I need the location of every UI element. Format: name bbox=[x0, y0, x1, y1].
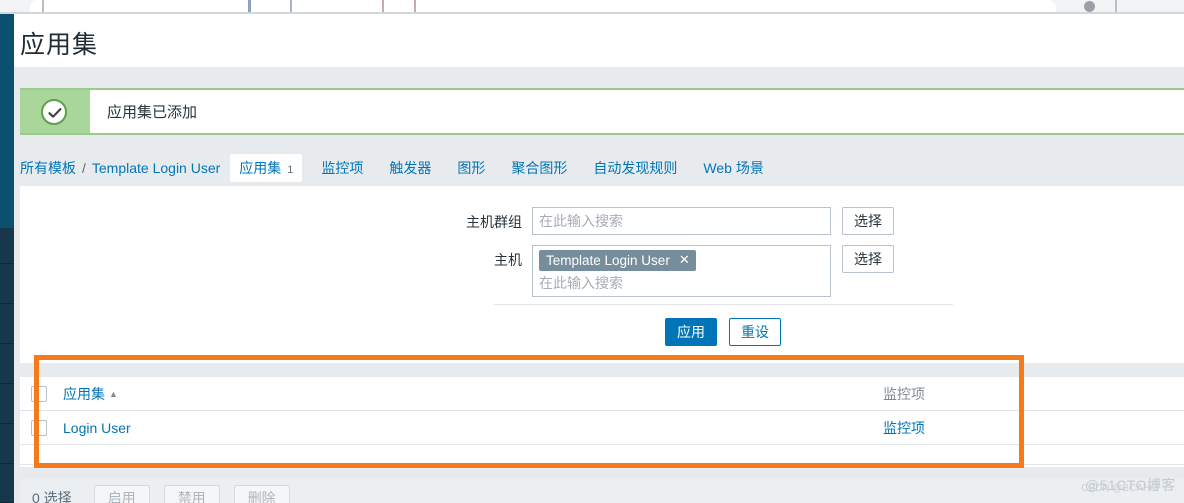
host-label: 主机 bbox=[494, 252, 522, 268]
browser-tab-strip bbox=[0, 0, 1184, 12]
host-placeholder: 在此输入搜索 bbox=[539, 275, 623, 291]
row-checkbox[interactable] bbox=[31, 419, 47, 436]
tab-applications-count: 1 bbox=[287, 163, 294, 176]
host-group-input[interactable]: 在此输入搜索 bbox=[532, 207, 831, 235]
tab-triggers[interactable]: 触发器 bbox=[389, 158, 431, 178]
page-title: 应用集 bbox=[20, 31, 99, 59]
table-header-row: 应用集 ▲ 监控项 bbox=[20, 377, 1184, 411]
browser-tab-fragment bbox=[1115, 0, 1117, 12]
sort-ascending-icon: ▲ bbox=[109, 388, 118, 399]
disable-button[interactable]: 禁用 bbox=[163, 484, 220, 503]
sidebar-item[interactable] bbox=[0, 264, 14, 304]
bulk-action-toolbar: 0 选择 启用 禁用 删除 bbox=[20, 479, 1184, 503]
apply-button[interactable]: 应用 bbox=[665, 318, 717, 346]
breadcrumb-all-templates[interactable]: 所有模板 bbox=[20, 158, 76, 178]
tab-screens[interactable]: 聚合图形 bbox=[511, 158, 567, 178]
browser-active-tab[interactable] bbox=[30, 0, 1056, 12]
browser-tab-fragment bbox=[382, 0, 384, 12]
tab-applications[interactable]: 应用集 1 bbox=[230, 153, 303, 182]
content-panel: 主机群组 在此输入搜索 选择 主机 Template Login User ✕ … bbox=[20, 186, 1184, 467]
browser-tab-fragment bbox=[414, 0, 416, 12]
delete-button[interactable]: 删除 bbox=[233, 484, 290, 503]
tab-discovery-rules[interactable]: 自动发现规则 bbox=[593, 158, 677, 178]
reset-button[interactable]: 重设 bbox=[729, 318, 781, 346]
breadcrumb-separator: / bbox=[82, 159, 86, 176]
filter-divider bbox=[494, 304, 953, 305]
user-avatar-icon[interactable] bbox=[1084, 1, 1095, 12]
host-select-button[interactable]: 选择 bbox=[842, 245, 894, 273]
column-header-application[interactable]: 应用集 ▲ bbox=[63, 384, 883, 404]
success-icon-container bbox=[20, 90, 90, 133]
success-message-text: 应用集已添加 bbox=[107, 104, 198, 121]
browser-tab-fragment bbox=[248, 0, 251, 12]
column-header-items: 监控项 bbox=[883, 385, 925, 402]
enable-button[interactable]: 启用 bbox=[93, 484, 150, 503]
column-header-application-label: 应用集 bbox=[63, 385, 105, 402]
sidebar-item[interactable] bbox=[0, 464, 14, 503]
tab-applications-label: 应用集 bbox=[239, 159, 282, 176]
breadcrumb: 所有模板 / Template Login User 应用集 1 监控项 触发器… bbox=[20, 153, 777, 182]
applications-table: 应用集 ▲ 监控项 Login User 监控项 bbox=[20, 363, 1184, 465]
table-footer-spacer bbox=[20, 445, 1184, 465]
host-chip[interactable]: Template Login User ✕ bbox=[539, 250, 696, 271]
row-items-link[interactable]: 监控项 bbox=[883, 418, 925, 438]
host-group-select-button[interactable]: 选择 bbox=[842, 207, 894, 235]
filter-actions: 应用 重设 bbox=[665, 318, 781, 346]
sidebar-item[interactable] bbox=[0, 344, 14, 384]
success-message-banner: 应用集已添加 bbox=[20, 88, 1184, 135]
sidebar-item[interactable] bbox=[0, 304, 14, 344]
host-group-label: 主机群组 bbox=[466, 214, 522, 230]
selected-count-label: 0 选择 bbox=[32, 490, 72, 503]
filter-row-host: 主机 Template Login User ✕ 在此输入搜索 选择 bbox=[452, 245, 894, 297]
table-top-strip bbox=[20, 363, 1184, 377]
tab-graphs[interactable]: 图形 bbox=[457, 158, 485, 178]
browser-tab-fragment bbox=[290, 0, 292, 12]
app-root: 应用集 应用集已添加 所有模板 / Template Login User 应用… bbox=[0, 0, 1184, 503]
check-circle-icon bbox=[41, 99, 67, 125]
breadcrumb-template-name[interactable]: Template Login User bbox=[92, 160, 220, 176]
close-icon[interactable]: ✕ bbox=[679, 252, 690, 268]
row-application-name[interactable]: Login User bbox=[63, 420, 883, 436]
browser-tab-fragment bbox=[42, 0, 44, 12]
select-all-checkbox[interactable] bbox=[31, 385, 47, 402]
host-input[interactable]: Template Login User ✕ 在此输入搜索 bbox=[532, 245, 831, 297]
page-body: 应用集 应用集已添加 所有模板 / Template Login User 应用… bbox=[14, 14, 1184, 503]
filter-row-host-group: 主机群组 在此输入搜索 选择 bbox=[452, 207, 894, 235]
sidebar-item[interactable] bbox=[0, 228, 14, 264]
sidebar-item[interactable] bbox=[0, 384, 14, 424]
tab-web-scenarios[interactable]: Web 场景 bbox=[703, 158, 763, 178]
sidebar-item[interactable] bbox=[0, 424, 14, 464]
sidebar-nav-rail[interactable] bbox=[0, 14, 14, 503]
host-group-placeholder: 在此输入搜索 bbox=[539, 213, 623, 229]
tab-items[interactable]: 监控项 bbox=[321, 158, 363, 178]
page-title-band: 应用集 bbox=[14, 14, 1184, 67]
table-row: Login User 监控项 bbox=[20, 411, 1184, 445]
host-chip-label: Template Login User bbox=[546, 252, 670, 268]
